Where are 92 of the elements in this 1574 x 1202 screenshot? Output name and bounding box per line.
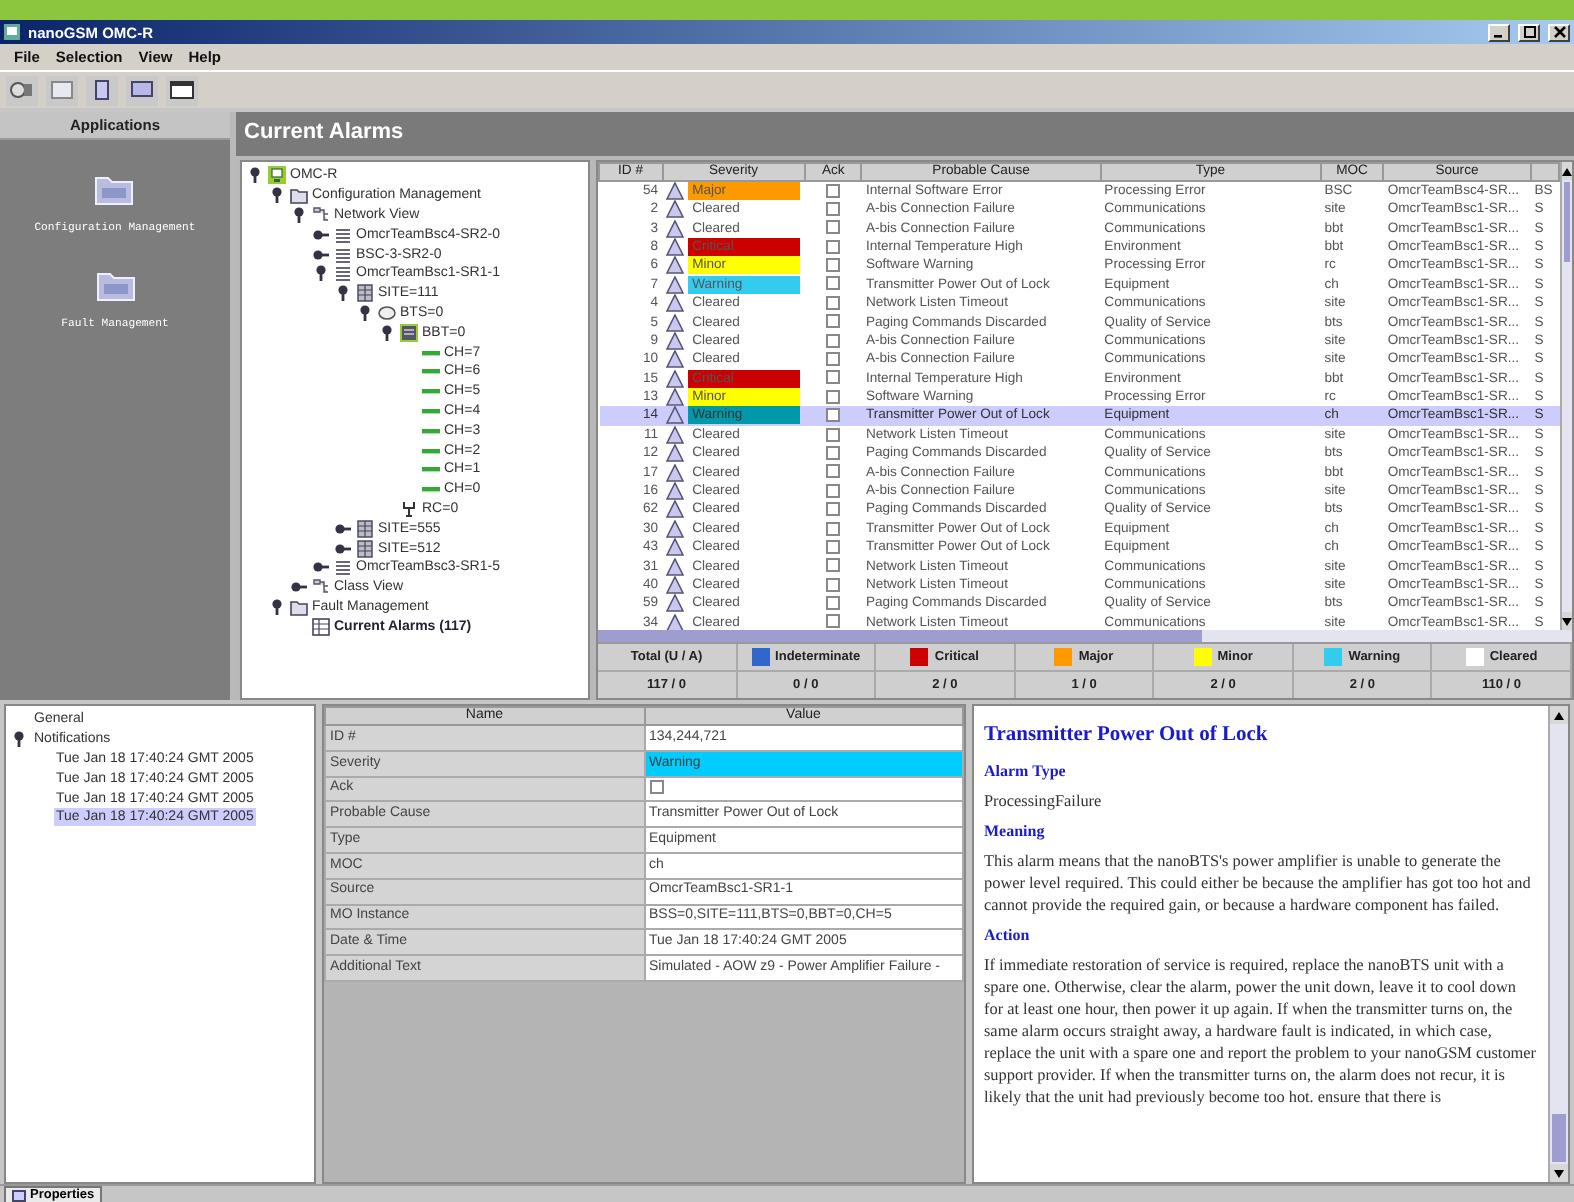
- maximize-button[interactable]: [1518, 23, 1540, 41]
- checkbox[interactable]: [826, 539, 841, 554]
- computer-icon: [268, 166, 286, 185]
- cabinet-icon: [356, 284, 374, 303]
- up-arrow-icon: [1554, 711, 1564, 719]
- close-button[interactable]: [1548, 23, 1570, 41]
- expand-handle[interactable]: [312, 225, 330, 244]
- table-icon: [312, 617, 330, 636]
- checkbox[interactable]: [826, 183, 841, 198]
- checkbox[interactable]: [826, 389, 841, 404]
- expand-handle[interactable]: [378, 323, 396, 342]
- toolbar-button[interactable]: [166, 75, 198, 105]
- expand-handle[interactable]: [290, 578, 308, 597]
- document-icon: [90, 80, 114, 100]
- folder-icon: [290, 186, 308, 205]
- expand-handle[interactable]: [10, 730, 28, 749]
- checkbox[interactable]: [826, 220, 841, 235]
- rack-icon: [334, 264, 352, 283]
- scroll-thumb[interactable]: [1552, 1114, 1566, 1162]
- scroll-thumb[interactable]: [598, 630, 1202, 642]
- panel-title: Current Alarms: [236, 112, 1574, 156]
- lens-icon: [10, 80, 34, 100]
- expand-handle[interactable]: [312, 264, 330, 283]
- help-paragraph: ProcessingFailure: [984, 790, 1104, 812]
- rack-icon: [334, 225, 352, 244]
- help-heading: Meaning: [984, 820, 1047, 842]
- expand-handle[interactable]: [268, 597, 286, 616]
- vertical-scrollbar[interactable]: [1560, 162, 1572, 630]
- checkbox[interactable]: [826, 596, 841, 611]
- expand-handle[interactable]: [312, 245, 330, 264]
- checkbox[interactable]: [826, 276, 841, 291]
- expand-handle[interactable]: [246, 166, 264, 185]
- checkbox[interactable]: [826, 577, 841, 592]
- window-icon: [50, 80, 74, 100]
- disc-icon: [378, 303, 396, 322]
- toolbar-button[interactable]: [6, 75, 38, 105]
- checkbox[interactable]: [826, 408, 841, 423]
- horizontal-scrollbar[interactable]: [598, 630, 1572, 642]
- down-arrow-icon: [1554, 1169, 1564, 1177]
- window-icon: [170, 80, 194, 100]
- checkbox[interactable]: [826, 239, 841, 254]
- checkbox[interactable]: [826, 464, 841, 479]
- expand-handle[interactable]: [290, 205, 308, 224]
- checkbox[interactable]: [826, 333, 841, 348]
- expand-handle[interactable]: [334, 519, 352, 538]
- minimize-button[interactable]: [1488, 23, 1510, 41]
- help-heading: Action: [984, 924, 1032, 946]
- expand-handle[interactable]: [334, 284, 352, 303]
- network-icon: [312, 205, 330, 224]
- up-arrow-icon: [1562, 167, 1572, 175]
- help-heading: Alarm Type: [984, 760, 1068, 782]
- checkbox[interactable]: [826, 502, 841, 517]
- help-title: Transmitter Power Out of Lock: [984, 724, 1270, 746]
- app-icon: [4, 24, 20, 40]
- expand-handle[interactable]: [334, 539, 352, 558]
- expand-handle[interactable]: [268, 186, 286, 205]
- toolbar-button[interactable]: [126, 75, 158, 105]
- cabinet-icon: [356, 519, 374, 538]
- help-paragraph: If immediate restoration of service is required, replace the nanoBTS unit with a spare one. Otherwise, clear the alarm, power the unit down, leave it to cool down for at least one hour, then power it up again. If when the transmitter turns on, the same alarm occurs straight away, a hardware fault is indicated, in which case, replace the unit with a spare one and report the problem to your nanoGSM customer support provider. If when the transmitter turns on, the alarm does not recur, it is likely that the unit had previously become too hot. ensure that there is: [984, 954, 1538, 1108]
- maximize-icon: [1523, 26, 1535, 38]
- cabinet-icon: [356, 539, 374, 558]
- checkbox[interactable]: [826, 558, 841, 573]
- expand-handle[interactable]: [312, 558, 330, 577]
- checkbox[interactable]: [826, 445, 841, 460]
- folder-icon[interactable]: [95, 267, 135, 302]
- checkbox[interactable]: [826, 295, 841, 310]
- window-icon: [12, 1190, 26, 1202]
- toolbar-button[interactable]: [86, 75, 118, 105]
- checkbox[interactable]: [826, 370, 841, 385]
- checkbox[interactable]: [826, 314, 841, 329]
- checkbox[interactable]: [649, 780, 663, 795]
- checkbox[interactable]: [826, 427, 841, 442]
- folder-icon: [290, 597, 308, 616]
- screen-icon: [130, 80, 154, 100]
- plug-icon: [400, 499, 418, 518]
- checkbox[interactable]: [826, 352, 841, 367]
- folder-icon[interactable]: [94, 172, 135, 206]
- rack-icon: [334, 558, 352, 577]
- down-arrow-icon: [1562, 617, 1572, 625]
- rack-icon: [334, 245, 352, 264]
- vertical-scrollbar[interactable]: [1548, 706, 1568, 1182]
- scroll-thumb[interactable]: [1564, 182, 1570, 262]
- expand-handle[interactable]: [356, 303, 374, 322]
- network-icon: [312, 578, 330, 597]
- board-icon: [400, 323, 418, 342]
- close-icon: [1553, 26, 1565, 38]
- checkbox[interactable]: [826, 614, 841, 629]
- checkbox[interactable]: [826, 201, 841, 216]
- checkbox[interactable]: [826, 483, 841, 498]
- help-paragraph: This alarm means that the nanoBTS's power amplifier is unable to generate the power level required. This could either be because the amplifier has got too hot and cannot provide the required gain, or because a hardware component has failed.: [984, 850, 1533, 916]
- checkbox[interactable]: [826, 258, 841, 273]
- checkbox[interactable]: [826, 521, 841, 536]
